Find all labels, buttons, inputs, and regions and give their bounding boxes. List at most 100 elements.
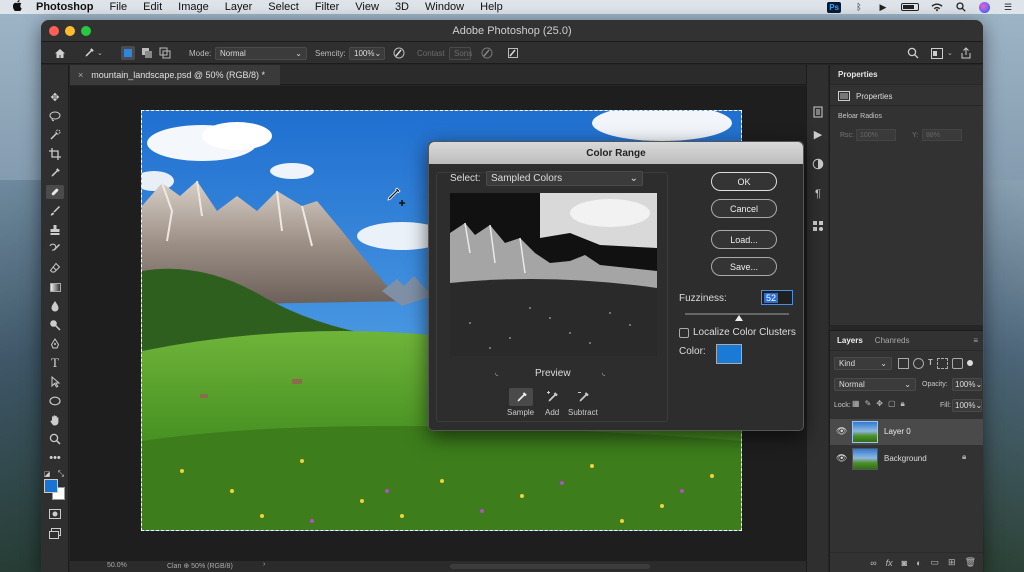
tab-layers[interactable]: Layers — [837, 336, 863, 345]
menu-select[interactable]: Select — [268, 1, 299, 13]
apple-icon[interactable] — [12, 0, 24, 14]
link-layers-icon[interactable]: ∞ — [870, 558, 876, 568]
search-icon[interactable] — [955, 2, 967, 12]
radio-image-icon[interactable]: ◟ — [602, 368, 605, 377]
radio-selection-icon[interactable]: ◟ — [495, 368, 498, 377]
more-tools-icon[interactable]: ••• — [46, 451, 64, 465]
properties-panel-title[interactable]: Properties — [838, 70, 878, 79]
crop-tool-icon[interactable] — [46, 147, 64, 161]
fuzziness-input[interactable]: 52 — [761, 290, 793, 305]
foreground-color-swatch[interactable] — [44, 479, 58, 493]
new-layer-icon[interactable]: ⊞ — [948, 557, 956, 568]
sample-eyedropper-icon[interactable] — [509, 388, 533, 406]
gradient-tool-icon[interactable] — [46, 280, 64, 294]
battery-icon[interactable] — [901, 3, 919, 11]
fill-field[interactable]: 100% ⌄ — [952, 399, 982, 412]
zoom-tool-icon[interactable] — [46, 432, 64, 446]
y-field[interactable]: 88% — [922, 129, 962, 141]
menu-view[interactable]: View — [355, 1, 379, 13]
clone-stamp-tool-icon[interactable] — [46, 223, 64, 237]
control-center-icon[interactable]: ☰ — [1002, 2, 1014, 12]
pen-tool-icon[interactable] — [46, 337, 64, 351]
menu-window[interactable]: Window — [425, 1, 464, 13]
horizontal-scrollbar[interactable] — [450, 564, 650, 569]
menu-file[interactable]: File — [109, 1, 127, 13]
color-range-title[interactable]: Color Range — [429, 142, 803, 164]
cancel-button[interactable]: Cancel — [711, 199, 777, 218]
lock-artboard-icon[interactable]: ▢ — [888, 399, 896, 409]
filter-adjustment-icon[interactable] — [913, 358, 924, 369]
zoom-level[interactable]: 50.0% — [107, 562, 127, 569]
visibility-eye-icon[interactable]: 👁︎ — [836, 426, 847, 437]
ellipse-tool-icon[interactable] — [46, 394, 64, 408]
status-menu-arrow[interactable]: › — [263, 561, 265, 568]
lock-image-icon[interactable]: ✎ — [865, 399, 872, 409]
add-eyedropper-icon[interactable] — [542, 388, 562, 406]
layer-row-background[interactable]: 👁︎ Background 🔒︎ — [830, 446, 983, 472]
localize-checkbox[interactable] — [679, 328, 689, 338]
filter-pixel-icon[interactable] — [898, 358, 909, 369]
quick-mask-icon[interactable] — [46, 507, 64, 521]
save-button[interactable]: Save... — [711, 257, 777, 276]
lock-position-icon[interactable]: ✥ — [876, 399, 883, 409]
visibility-eye-icon[interactable]: 👁︎ — [836, 453, 847, 464]
sons-field[interactable]: Sons — [449, 46, 472, 60]
lasso-tool-icon[interactable] — [46, 109, 64, 123]
semicity-select[interactable]: 100% ⌄ — [349, 46, 385, 60]
menu-app-name[interactable]: Photoshop — [36, 1, 93, 13]
filter-toggle-icon[interactable] — [966, 360, 973, 366]
new-selection-icon[interactable] — [121, 42, 135, 64]
menu-help[interactable]: Help — [480, 1, 503, 13]
wifi-icon[interactable] — [931, 2, 943, 12]
history-icon[interactable] — [811, 105, 825, 119]
pressure-size-icon[interactable] — [481, 42, 493, 64]
path-selection-tool-icon[interactable] — [46, 375, 64, 389]
share-icon[interactable] — [961, 42, 971, 64]
adjust-icon[interactable] — [811, 157, 825, 171]
rsc-field[interactable]: 100% — [856, 129, 896, 141]
layer-row-layer-0[interactable]: 👁︎ Layer 0 — [830, 419, 983, 445]
lock-transparent-icon[interactable]: ▦ — [852, 399, 860, 409]
type-tool-icon[interactable]: T — [46, 355, 64, 370]
filter-kind-select[interactable]: Kind ⌄ — [834, 357, 892, 370]
brush-tool-icon[interactable] — [46, 204, 64, 218]
libraries-icon[interactable] — [811, 219, 825, 233]
quick-selection-tool-icon[interactable] — [46, 128, 64, 142]
brush-pressure-icon[interactable] — [393, 42, 405, 64]
siri-icon[interactable] — [979, 1, 990, 13]
close-tab-icon[interactable]: × — [78, 70, 83, 80]
menu-filter[interactable]: Filter — [315, 1, 339, 13]
subtract-eyedropper-icon[interactable] — [573, 388, 593, 406]
subtract-selection-icon[interactable] — [159, 42, 171, 64]
workspace-icon[interactable] — [931, 42, 943, 64]
tab-channels[interactable]: Chanreds — [875, 336, 910, 345]
delete-layer-icon[interactable]: 🗑︎ — [965, 557, 976, 568]
default-colors-icon[interactable]: ◪ — [42, 469, 52, 479]
swap-colors-icon[interactable]: ⤡ — [56, 469, 66, 479]
history-brush-tool-icon[interactable] — [46, 242, 64, 256]
actions-play-icon[interactable]: ▶ — [811, 127, 825, 141]
search-icon[interactable] — [907, 42, 919, 64]
lock-all-icon[interactable]: 🔒︎ — [901, 399, 905, 409]
add-to-selection-icon[interactable] — [141, 42, 153, 64]
menu-layer[interactable]: Layer — [225, 1, 253, 13]
eraser-tool-icon[interactable] — [46, 261, 64, 275]
screen-mode-icon[interactable] — [46, 526, 64, 540]
menu-image[interactable]: Image — [178, 1, 209, 13]
filter-shape-icon[interactable] — [936, 358, 948, 369]
load-button[interactable]: Load... — [711, 230, 777, 249]
bluetooth-icon[interactable]: ᛒ — [853, 2, 865, 12]
color-swatch[interactable] — [716, 344, 742, 364]
home-icon[interactable] — [54, 42, 66, 64]
menu-3d[interactable]: 3D — [395, 1, 409, 13]
ps-status-icon[interactable]: Ps — [827, 1, 841, 13]
layer-style-icon[interactable]: fx — [886, 558, 893, 568]
fuzziness-slider-thumb[interactable] — [735, 315, 744, 321]
blend-mode-select[interactable]: Normal ⌄ — [834, 378, 916, 391]
document-tab[interactable]: × mountain_landscape.psd @ 50% (RGB/8) * — [70, 65, 280, 85]
blur-tool-icon[interactable] — [46, 299, 64, 313]
paragraph-icon[interactable]: ¶ — [811, 187, 825, 201]
hand-tool-icon[interactable] — [46, 413, 64, 427]
eyedropper-tool-icon[interactable] — [46, 166, 64, 180]
healing-brush-tool-icon[interactable] — [46, 185, 64, 199]
